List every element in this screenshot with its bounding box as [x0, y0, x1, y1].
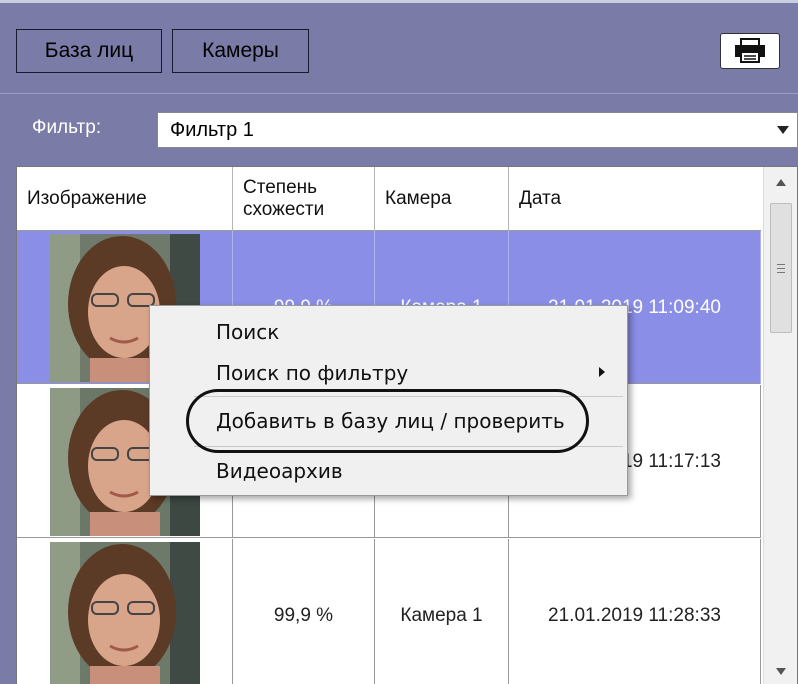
vertical-scrollbar[interactable]: [763, 167, 797, 684]
grip-icon: [777, 263, 785, 273]
menu-item-search[interactable]: Поиск: [150, 310, 627, 354]
date-cell: 21.01.2019 11:28:33: [509, 539, 761, 684]
chevron-up-icon: [776, 178, 786, 186]
filter-select-value: Фильтр 1: [170, 118, 254, 141]
scroll-down-button[interactable]: [764, 656, 797, 684]
cameras-button[interactable]: Камеры: [172, 29, 309, 73]
table-row[interactable]: 99,9 % Камера 1 21.01.2019 11:28:33: [17, 539, 761, 684]
submenu-arrow-icon: [599, 367, 605, 377]
face-thumbnail-cell: [17, 539, 233, 684]
faces-db-button[interactable]: База лиц: [16, 29, 162, 73]
printer-icon: [735, 38, 765, 63]
table-header: Изображение Степень схожести Камера Дата: [17, 167, 761, 231]
chevron-down-icon: [777, 126, 789, 134]
similarity-cell: 99,9 %: [233, 539, 375, 684]
print-button[interactable]: [720, 33, 780, 69]
face-thumbnail-image: [49, 541, 200, 684]
face-search-panel: База лиц Камеры Фильтр: Фильтр 1 Изображ…: [0, 0, 798, 684]
camera-cell: Камера 1: [375, 539, 509, 684]
toolbar-divider: [0, 93, 798, 94]
menu-item-label: Поиск по фильтру: [216, 361, 409, 385]
column-header-image[interactable]: Изображение: [17, 167, 233, 231]
chevron-down-icon: [776, 667, 786, 675]
column-header-similarity[interactable]: Степень схожести: [233, 167, 375, 231]
menu-item-video-archive[interactable]: Видеоархив: [150, 449, 627, 493]
filter-label: Фильтр:: [32, 117, 102, 138]
scrollbar-thumb[interactable]: [770, 203, 792, 333]
filter-select[interactable]: Фильтр 1: [157, 112, 798, 148]
annotation-highlight-ring: [186, 389, 589, 453]
scroll-up-button[interactable]: [764, 167, 797, 197]
column-header-date[interactable]: Дата: [509, 167, 761, 231]
column-header-camera[interactable]: Камера: [375, 167, 509, 231]
